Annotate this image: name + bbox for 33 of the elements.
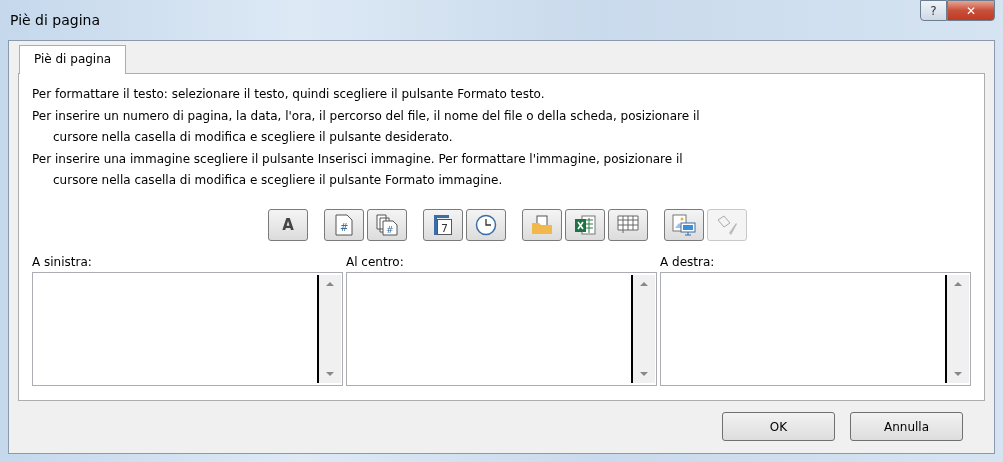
- scrollbar[interactable]: [631, 274, 655, 383]
- clock-icon: [475, 213, 497, 236]
- instruction-text: Per inserire una immagine scegliere il pulsante Inserisci immagine. Per formattare l'immagine, posizionare il: [32, 150, 684, 168]
- scrollbar[interactable]: [945, 274, 969, 383]
- instruction-text: cursore nella casella di modifica e scegliere il pulsante desiderato.: [52, 129, 454, 146]
- instruction-text: Per formattare il testo: selezionare il testo, quindi scegliere il pulsante Formato testo.: [32, 86, 546, 103]
- page-button[interactable]: #: [324, 208, 364, 241]
- picture-button[interactable]: [664, 208, 704, 241]
- folder-icon: [531, 214, 553, 235]
- section-label: A destra:: [660, 254, 716, 269]
- grid-icon: [617, 214, 639, 235]
- sheet-button[interactable]: [608, 208, 648, 241]
- close-button[interactable]: ✕: [947, 0, 995, 21]
- section-label: A sinistra:: [32, 254, 93, 269]
- page-number-icon: #: [335, 213, 353, 236]
- time-button[interactable]: [466, 208, 506, 241]
- file-button[interactable]: [565, 208, 605, 241]
- instruction-text: Per inserire un numero di pagina, la data, l'ora, il percorso del file, il nome del file o della scheda, posizionare il: [32, 107, 701, 125]
- tab[interactable]: Piè di pagina: [19, 45, 127, 74]
- pages-button[interactable]: #: [367, 208, 407, 241]
- date-button[interactable]: 7: [423, 208, 463, 241]
- path-button[interactable]: [522, 208, 562, 241]
- instruction-text: cursore nella casella di modifica e scegliere il pulsante Formato immagine.: [52, 172, 504, 189]
- section-label: Al centro:: [346, 254, 405, 269]
- help-button[interactable]: ?: [920, 0, 947, 21]
- picture-icon: [672, 213, 696, 236]
- paint-icon: [715, 213, 739, 236]
- dialog-button[interactable]: Annulla: [850, 412, 963, 441]
- scrollbar[interactable]: [317, 274, 341, 383]
- window-title: Piè di pagina: [9, 12, 100, 28]
- spreadsheet-icon: [574, 213, 596, 236]
- dialog-button[interactable]: OK: [722, 412, 835, 441]
- font-button[interactable]: A: [268, 208, 308, 241]
